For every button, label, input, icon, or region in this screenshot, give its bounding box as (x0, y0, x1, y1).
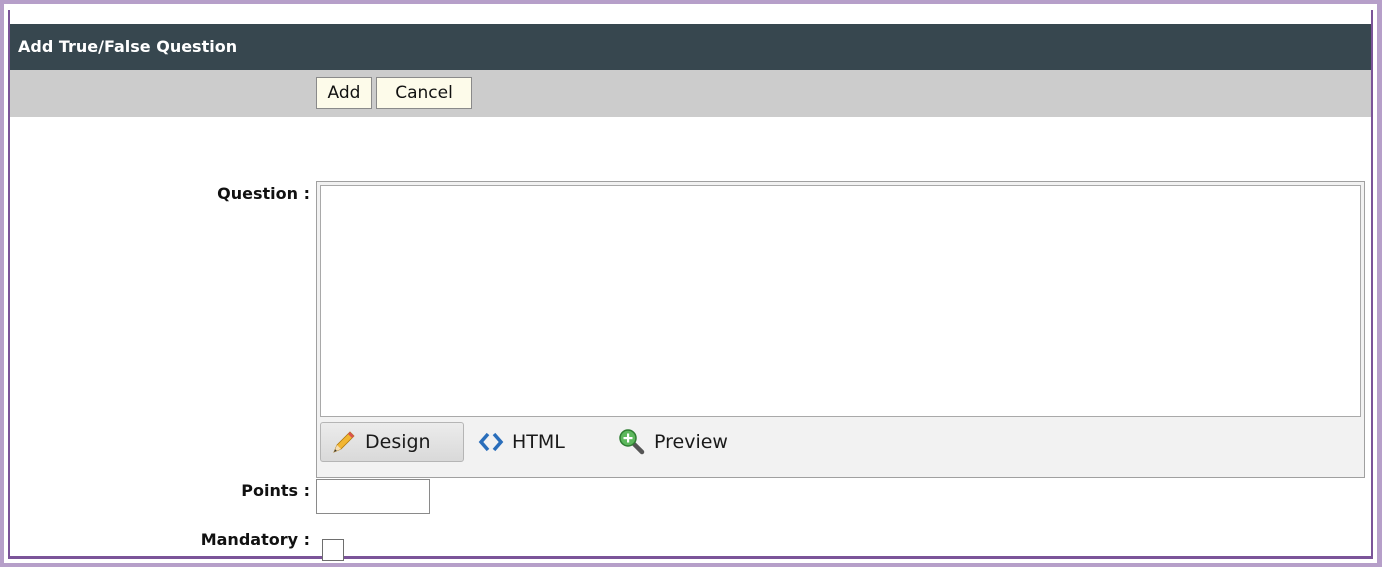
question-editor: Design HTML Preview (316, 181, 1365, 478)
dialog: Add True/False Question Add Cancel Quest… (8, 10, 1373, 561)
question-editor-area[interactable] (320, 185, 1361, 417)
tab-preview-label: Preview (654, 431, 728, 453)
tab-design[interactable]: Design (320, 422, 464, 462)
points-label: Points : (241, 481, 310, 500)
code-brackets-icon (478, 432, 504, 452)
tab-preview[interactable]: Preview (618, 422, 758, 462)
mandatory-checkbox[interactable] (322, 539, 344, 561)
points-input[interactable] (316, 479, 430, 514)
tab-html-label: HTML (512, 431, 565, 453)
add-button[interactable]: Add (316, 77, 372, 109)
pencil-icon (333, 431, 355, 453)
magnifier-plus-icon (619, 429, 645, 455)
cancel-button[interactable]: Cancel (376, 77, 472, 109)
window-frame: Add True/False Question Add Cancel Quest… (0, 0, 1382, 567)
tab-design-label: Design (365, 431, 431, 453)
action-toolbar: Add Cancel (10, 70, 1371, 117)
editor-mode-tabs: Design HTML Preview (320, 422, 1361, 462)
tab-html[interactable]: HTML (478, 422, 588, 462)
dialog-title: Add True/False Question (10, 24, 1371, 70)
mandatory-label: Mandatory : (200, 530, 310, 549)
question-label: Question : (217, 184, 310, 203)
